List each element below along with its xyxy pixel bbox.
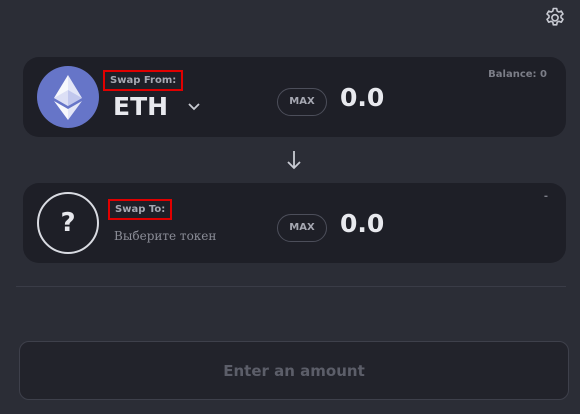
max-button-to[interactable]: MAX	[277, 214, 327, 242]
gear-icon[interactable]	[543, 6, 567, 30]
max-button-from[interactable]: MAX	[277, 88, 327, 116]
balance-to: -	[543, 191, 548, 202]
swap-from-panel: Swap From: ETH MAX Balance: 0	[23, 57, 566, 137]
token-select-eth[interactable]: ETH	[113, 92, 168, 121]
ethereum-logo	[54, 75, 82, 120]
arrow-down-icon[interactable]	[286, 149, 302, 171]
ethereum-icon[interactable]	[37, 66, 99, 128]
swap-to-label: Swap To:	[108, 199, 173, 220]
swap-from-label: Swap From:	[103, 70, 184, 91]
token-select-hint[interactable]: Выберите токен	[114, 229, 216, 243]
divider	[16, 286, 566, 287]
amount-input-from[interactable]	[340, 83, 480, 112]
balance-from: Balance: 0	[488, 69, 547, 80]
enter-amount-button[interactable]: Enter an amount	[19, 341, 569, 400]
chevron-down-icon[interactable]	[187, 101, 201, 111]
amount-input-to[interactable]	[340, 209, 480, 238]
unknown-token-icon[interactable]: ?	[37, 192, 99, 254]
swap-to-panel: ? Swap To: Выберите токен MAX -	[23, 183, 566, 263]
